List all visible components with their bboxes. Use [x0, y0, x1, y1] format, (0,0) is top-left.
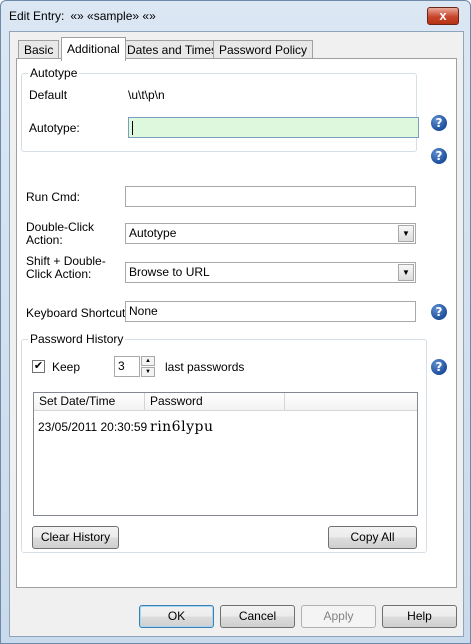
help-icon[interactable]: ? — [431, 304, 447, 320]
check-icon: ✔ — [33, 360, 44, 372]
window-title-entry: «» «sample» «» — [70, 9, 156, 23]
tab-basic[interactable]: Basic — [18, 40, 60, 60]
password-history-list[interactable]: Set Date/Time Password 23/05/2011 20:30:… — [33, 392, 418, 516]
keep-count-input[interactable]: 3 — [114, 356, 140, 377]
password-history-group: Password History ✔ Keep 3 ▲ ▼ last passw… — [21, 332, 427, 553]
spin-down-icon[interactable]: ▼ — [141, 367, 155, 377]
history-row-date[interactable]: 23/05/2011 20:30:59 — [38, 420, 147, 434]
column-header-set-date-time[interactable]: Set Date/Time — [34, 393, 145, 411]
help-icon[interactable]: ? — [431, 148, 447, 164]
column-header-password[interactable]: Password — [145, 393, 285, 411]
autotype-input[interactable] — [128, 117, 419, 138]
clear-history-button[interactable]: Clear History — [32, 526, 119, 549]
default-autotype-value: \u\t\p\n — [128, 88, 165, 102]
copy-all-button[interactable]: Copy All — [328, 526, 417, 549]
ok-button[interactable]: OK — [139, 605, 214, 628]
shift-double-click-action-value: Browse to URL — [129, 265, 210, 279]
edit-entry-dialog: Edit Entry: «» «sample» «» x Basic Additi… — [0, 0, 471, 644]
help-button[interactable]: Help — [382, 605, 457, 628]
run-cmd-label: Run Cmd: — [26, 190, 81, 204]
password-history-group-title: Password History — [28, 332, 126, 346]
text-caret — [132, 120, 133, 135]
title-bar: Edit Entry: «» «sample» «» x — [1, 1, 470, 31]
chevron-down-icon: ▼ — [398, 225, 414, 242]
window-title: Edit Entry: «» «sample» «» — [9, 9, 156, 23]
autotype-group: Autotype Default \u\t\p\n Autotype: — [21, 66, 419, 152]
autotype-label: Autotype: — [29, 121, 80, 135]
help-icon[interactable]: ? — [431, 359, 447, 375]
window-title-label: Edit Entry: — [9, 9, 65, 23]
keyboard-shortcut-label: Keyboard Shortcut — [26, 306, 126, 320]
tab-password-policy[interactable]: Password Policy — [213, 40, 314, 60]
tab-dates-and-times[interactable]: Dates and Times — [121, 40, 224, 60]
help-glyph: ? — [435, 305, 443, 319]
spin-up-icon[interactable]: ▲ — [141, 356, 155, 366]
autotype-group-title: Autotype — [28, 66, 80, 80]
help-glyph: ? — [435, 149, 443, 163]
close-button[interactable]: x — [427, 7, 459, 25]
last-passwords-label: last passwords — [165, 360, 245, 374]
double-click-action-value: Autotype — [129, 226, 177, 240]
history-row-password[interactable]: rin6lypu — [150, 420, 213, 434]
close-icon: x — [439, 8, 447, 23]
cancel-button[interactable]: Cancel — [220, 605, 295, 628]
keep-label: Keep — [52, 360, 81, 374]
default-label: Default — [29, 88, 68, 102]
shift-double-click-action-label: Shift + Double-Click Action: — [26, 254, 106, 281]
run-cmd-input[interactable] — [125, 186, 416, 207]
apply-button[interactable]: Apply — [301, 605, 376, 628]
chevron-down-icon: ▼ — [398, 264, 414, 281]
keyboard-shortcut-input[interactable]: None — [125, 301, 416, 322]
list-header: Set Date/Time Password — [34, 393, 417, 411]
tab-additional[interactable]: Additional — [61, 37, 126, 61]
help-glyph: ? — [435, 116, 443, 130]
keep-checkbox[interactable]: ✔ — [32, 360, 45, 373]
shift-double-click-action-select[interactable]: Browse to URL ▼ — [125, 262, 416, 283]
help-glyph: ? — [435, 360, 443, 374]
dialog-client-area: Basic Additional Dates and Times Passwor… — [9, 31, 464, 637]
double-click-action-select[interactable]: Autotype ▼ — [125, 223, 416, 244]
double-click-action-label: Double-Click Action: — [26, 220, 95, 247]
additional-tab-panel: Autotype Default \u\t\p\n Autotype: ? ? … — [16, 58, 457, 588]
help-icon[interactable]: ? — [431, 115, 447, 131]
